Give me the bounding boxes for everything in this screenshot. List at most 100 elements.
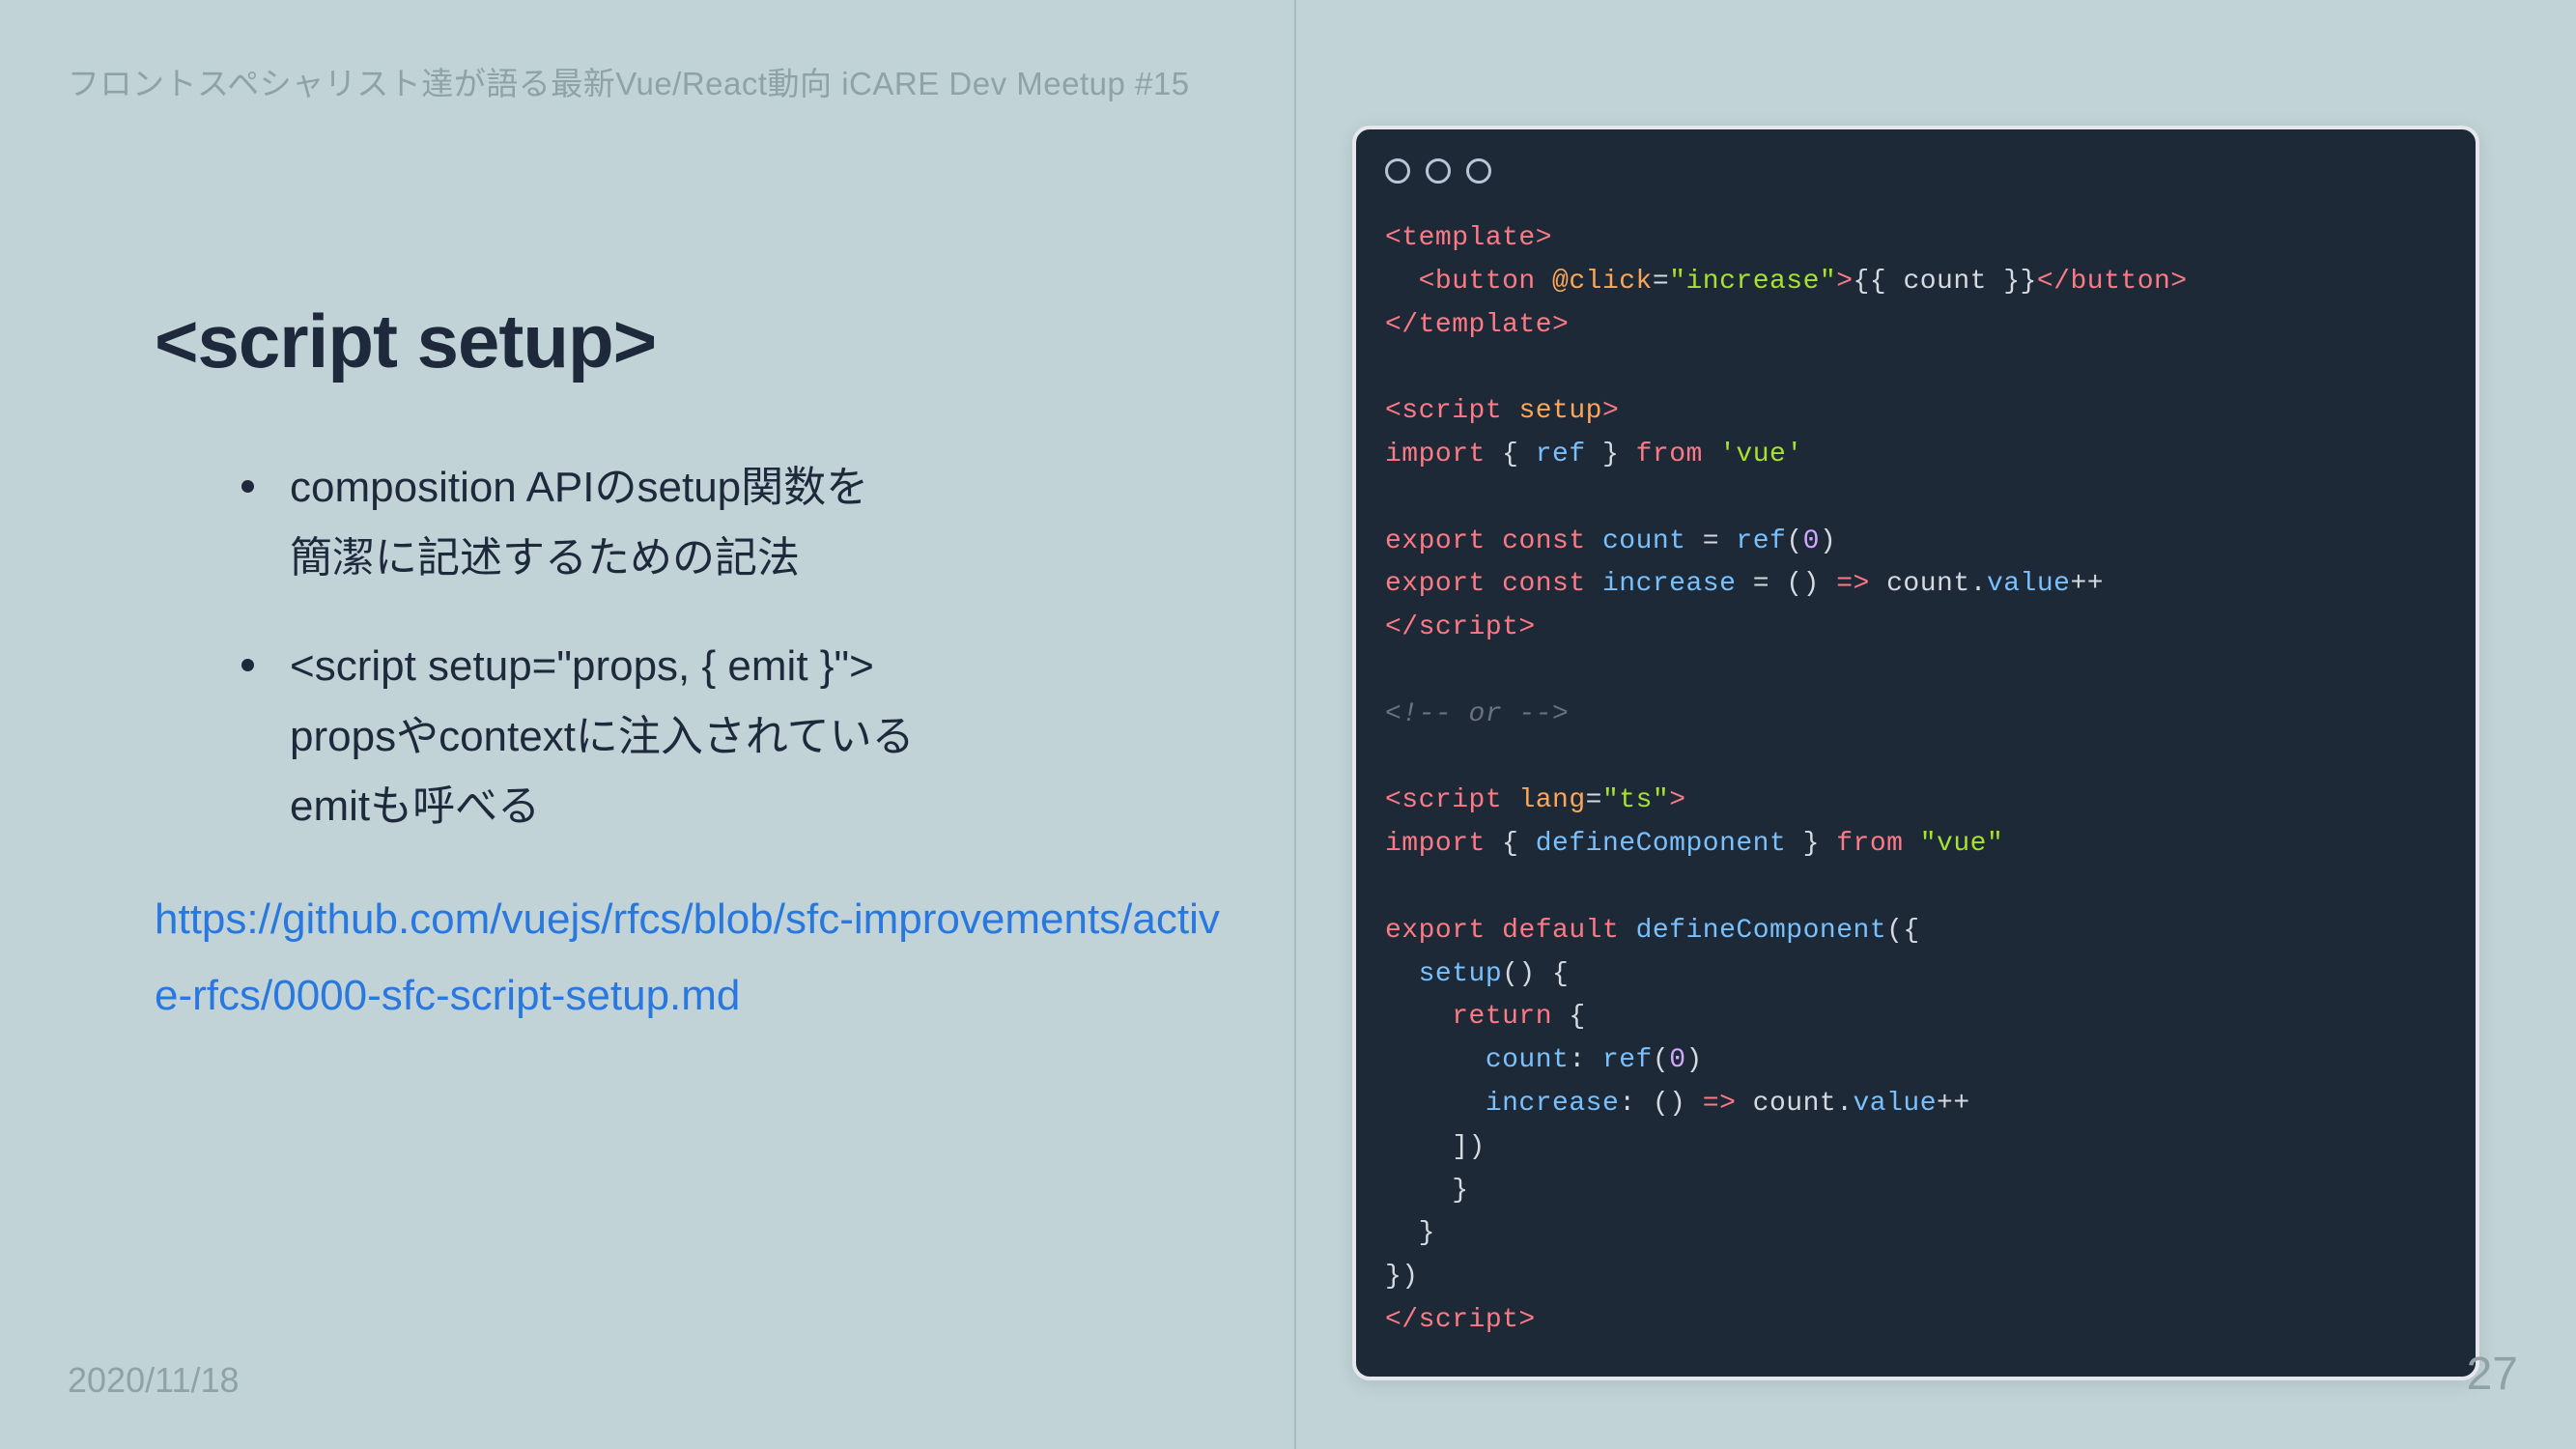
slide: フロントスペシャリスト達が語る最新Vue/React動向 iCARE Dev M… <box>0 0 2576 1449</box>
code-token: <script <box>1385 785 1502 815</box>
code-token: defineComponent <box>1536 829 1787 859</box>
left-column: フロントスペシャリスト達が語る最新Vue/React動向 iCARE Dev M… <box>0 0 1294 1449</box>
code-token: count. <box>1870 569 1987 599</box>
bullet-text: composition APIのsetup関数を <box>290 453 1227 524</box>
code-token: </template> <box>1385 310 1569 340</box>
bullet-text: emitも呼べる <box>290 772 1227 842</box>
code-token: lang <box>1518 785 1585 815</box>
code-token: "increase" <box>1669 267 1836 297</box>
code-token: ++ <box>2070 569 2104 599</box>
code-token: @click <box>1552 267 1653 297</box>
code-window: <template> <button @click="increase">{{ … <box>1352 126 2479 1380</box>
code-token <box>1385 1002 1452 1032</box>
bullet-item-1: composition APIのsetup関数を 簡潔に記述するための記法 <box>241 453 1227 593</box>
code-token <box>1486 526 1502 556</box>
code-token: ( <box>1653 1045 1669 1075</box>
code-token: > <box>1669 785 1685 815</box>
code-token: : () <box>1619 1089 1703 1119</box>
window-dot-icon <box>1466 158 1491 184</box>
code-token <box>1502 785 1518 815</box>
window-dots <box>1385 158 2447 184</box>
code-token: } <box>1385 1218 1435 1248</box>
code-token: </script> <box>1385 612 1536 642</box>
slide-title: <script setup> <box>155 298 1227 385</box>
code-token: <script <box>1385 396 1502 426</box>
page-number: 27 <box>2467 1348 2518 1401</box>
code-token: ref <box>1536 440 1586 469</box>
code-token: > <box>1602 396 1619 426</box>
code-token: export <box>1385 526 1486 556</box>
bullet-text: <script setup="props, { emit }"> <box>290 632 1227 702</box>
code-token: ref <box>1602 1045 1653 1075</box>
code-token <box>1385 1045 1486 1075</box>
code-token: 0 <box>1803 526 1820 556</box>
code-token <box>1703 440 1719 469</box>
code-token: export <box>1385 916 1486 946</box>
code-token: import <box>1385 440 1486 469</box>
code-token: ) <box>1686 1045 1703 1075</box>
code-token: default <box>1502 916 1619 946</box>
code-token: defineComponent <box>1636 916 1887 946</box>
window-dot-icon <box>1426 158 1451 184</box>
bullet-text: 簡潔に記述するための記法 <box>290 524 1227 594</box>
code-token <box>1536 267 1552 297</box>
rfc-link[interactable]: https://github.com/vuejs/rfcs/blob/sfc-i… <box>155 881 1227 1034</box>
code-token <box>1586 569 1602 599</box>
code-token: <template> <box>1385 223 1552 253</box>
code-token: const <box>1502 569 1586 599</box>
code-token: }) <box>1385 1262 1419 1292</box>
code-token <box>1619 916 1635 946</box>
code-token: <button <box>1419 267 1536 297</box>
code-token: const <box>1502 526 1586 556</box>
code-token: () { <box>1502 959 1569 989</box>
code-token: ) <box>1820 526 1836 556</box>
code-token: increase <box>1602 569 1736 599</box>
bullet-text: propsやcontextに注入されている <box>290 702 1227 773</box>
code-token: } <box>1385 1176 1469 1206</box>
code-token: = <box>1685 526 1736 556</box>
code-token <box>1586 526 1602 556</box>
code-token: } <box>1786 829 1836 859</box>
code-token: count <box>1486 1045 1570 1075</box>
code-token: 'vue' <box>1719 440 1803 469</box>
code-token: > <box>1836 267 1853 297</box>
code-token: {{ count }} <box>1854 267 2037 297</box>
code-token: { <box>1552 1002 1586 1032</box>
code-token: { <box>1486 829 1536 859</box>
code-token <box>1385 1089 1486 1119</box>
code-token: "vue" <box>1920 829 2004 859</box>
footer-date: 2020/11/18 <box>68 1360 240 1401</box>
code-token: </script> <box>1385 1305 1536 1335</box>
code-token: value <box>1854 1089 1938 1119</box>
code-token: "ts" <box>1602 785 1669 815</box>
code-token: <!-- or --> <box>1385 699 1569 729</box>
code-token <box>1502 396 1518 426</box>
code-token: count. <box>1736 1089 1853 1119</box>
code-token: export <box>1385 569 1486 599</box>
slide-header: フロントスペシャリスト達が語る最新Vue/React動向 iCARE Dev M… <box>68 58 1227 104</box>
code-token: setup <box>1518 396 1602 426</box>
code-token: setup <box>1419 959 1503 989</box>
code-token: = <box>1653 267 1669 297</box>
code-token: increase <box>1486 1089 1619 1119</box>
code-token: value <box>1987 569 2071 599</box>
code-token: } <box>1586 440 1636 469</box>
bullet-list: composition APIのsetup関数を 簡潔に記述するための記法 <s… <box>241 453 1227 842</box>
code-token: = () <box>1736 569 1836 599</box>
code-token: from <box>1636 440 1703 469</box>
code-token: ref <box>1736 526 1786 556</box>
code-token: count <box>1602 526 1686 556</box>
code-token: { <box>1486 440 1536 469</box>
code-token <box>1486 569 1502 599</box>
right-column: <template> <button @click="increase">{{ … <box>1294 0 2576 1449</box>
code-token: => <box>1703 1089 1737 1119</box>
code-token: return <box>1452 1002 1552 1032</box>
code-token: ( <box>1786 526 1802 556</box>
code-token: ++ <box>1937 1089 1970 1119</box>
code-token: from <box>1836 829 1903 859</box>
code-token <box>1385 959 1419 989</box>
code-token: ]) <box>1385 1132 1486 1162</box>
code-token <box>1385 267 1419 297</box>
code-token: : <box>1569 1045 1602 1075</box>
window-dot-icon <box>1385 158 1410 184</box>
